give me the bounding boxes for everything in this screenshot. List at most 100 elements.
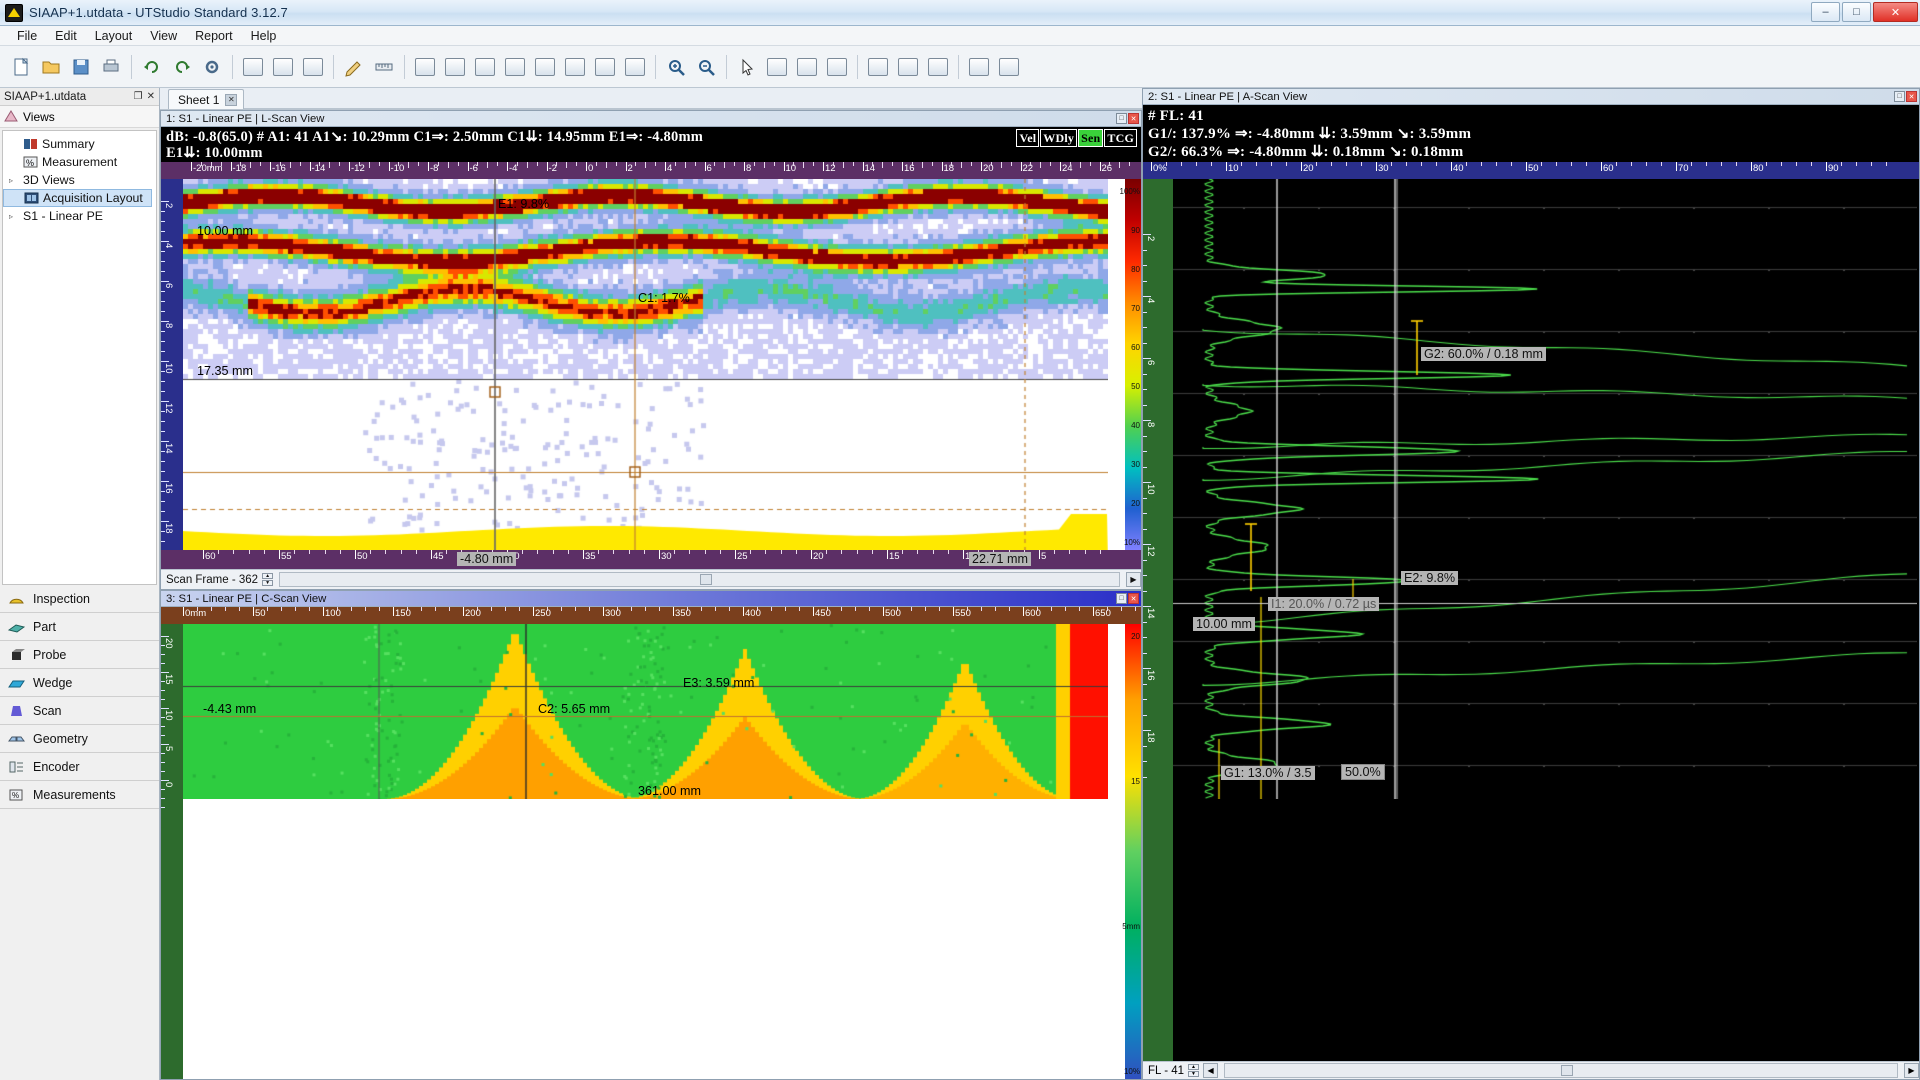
ascan-scroll-right-button[interactable]: ▶ <box>1904 1063 1919 1078</box>
layout-grid-icon[interactable] <box>301 55 325 79</box>
gate-tool-icon[interactable] <box>765 55 789 79</box>
category-measurements[interactable]: % Measurements <box>0 781 159 809</box>
cscan-left-ruler[interactable]: 20 15 10 5 0 <box>161 624 183 1079</box>
tree-item-s1-linear-pe[interactable]: ▹ S1 - Linear PE <box>3 207 156 225</box>
save-icon[interactable] <box>69 55 93 79</box>
category-geometry[interactable]: Geometry <box>0 725 159 753</box>
calc-icon[interactable] <box>926 55 950 79</box>
badge-vel[interactable]: Vel <box>1016 129 1040 147</box>
data-col1-icon[interactable] <box>413 55 437 79</box>
menu-view[interactable]: View <box>141 28 186 44</box>
zoom-out-icon[interactable] <box>694 55 718 79</box>
badge-wdly[interactable]: WDly <box>1040 129 1078 147</box>
menu-file[interactable]: File <box>8 28 46 44</box>
category-encoder[interactable]: Encoder <box>0 753 159 781</box>
tree-item-measurement[interactable]: % Measurement <box>3 153 156 171</box>
lscan-plot[interactable]: E1: 9.8% C1: 1.7% 10.00 mm 17.35 mm <box>183 179 1125 550</box>
ascan-scroll-left-button[interactable]: ◀ <box>1203 1063 1219 1078</box>
report-icon[interactable] <box>967 55 991 79</box>
lscan-cursor-x2: 22.71 mm <box>969 552 1031 566</box>
lscan-readout: dB: -0.8(65.0) # A1: 41 A1↘: 10.29mm C1⇒… <box>161 127 1141 162</box>
data-col8-icon[interactable] <box>623 55 647 79</box>
redo-icon[interactable] <box>170 55 194 79</box>
data-col2-icon[interactable] <box>443 55 467 79</box>
annotate-icon[interactable] <box>342 55 366 79</box>
data-col7-icon[interactable] <box>593 55 617 79</box>
table-view-icon[interactable] <box>866 55 890 79</box>
data-col6-icon[interactable] <box>563 55 587 79</box>
cscan-top-ruler[interactable]: 0mm 50 100 150 200 250 300 350 400 450 500 550 600 65… <box>161 607 1141 624</box>
ascan-close-button[interactable]: ✕ <box>1906 91 1917 102</box>
category-wedge[interactable]: Wedge <box>0 669 159 697</box>
settings-gear-icon[interactable] <box>200 55 224 79</box>
tree-item-summary[interactable]: Summary <box>3 135 156 153</box>
print-icon[interactable] <box>99 55 123 79</box>
lscan-bottom-ruler[interactable]: -4.80 mm 22.71 mm 6055504540353025201510… <box>161 550 1141 569</box>
export-icon[interactable] <box>997 55 1021 79</box>
cscan-plot[interactable]: E3: 3.59 mm C2: 5.65 mm -4.43 mm 361.00 … <box>183 624 1125 1079</box>
cursor-tool-icon[interactable] <box>735 55 759 79</box>
menu-bar: File Edit Layout View Report Help <box>0 26 1920 46</box>
category-probe[interactable]: Probe <box>0 641 159 669</box>
undo-icon[interactable] <box>140 55 164 79</box>
gate-tool3-icon[interactable] <box>825 55 849 79</box>
ascan-plot[interactable]: G2: 60.0% / 0.18 mm E2: 9.8% I1: 20.0% /… <box>1173 179 1919 1061</box>
ascan-fl-spinner[interactable]: ▲ ▼ <box>1188 1064 1200 1077</box>
lscan-maximize-button[interactable]: □ <box>1116 113 1127 124</box>
close-button[interactable]: ✕ <box>1873 2 1918 22</box>
data-col4-icon[interactable] <box>503 55 527 79</box>
badge-tcg[interactable]: TCG <box>1104 129 1137 147</box>
measure-icon[interactable] <box>372 55 396 79</box>
tree-item-acquisition-layout[interactable]: Acquisition Layout <box>3 189 152 207</box>
cscan-position-label: 361.00 mm <box>638 784 701 798</box>
scrollbar-thumb[interactable] <box>699 574 712 585</box>
scan-frame-spinner[interactable]: ▲ ▼ <box>262 573 274 586</box>
data-col5-icon[interactable] <box>533 55 557 79</box>
scan-frame-next-button[interactable]: ▶ <box>1126 572 1141 587</box>
new-file-icon[interactable] <box>9 55 33 79</box>
ascan-left-ruler[interactable]: 2 4 6 8 10 12 14 16 18 <box>1143 179 1173 1061</box>
tree-arrow-3d[interactable]: ▹ <box>9 176 19 185</box>
tree-arrow-s1[interactable]: ▹ <box>9 212 19 221</box>
tree-item-3d-views[interactable]: ▹ 3D Views <box>3 171 156 189</box>
tab-sheet-1[interactable]: Sheet 1 ✕ <box>168 89 245 109</box>
ascan-g1-label: G1: 13.0% / 3.5 <box>1221 766 1315 780</box>
ascan-top-ruler[interactable]: 0% 10 20 30 40 50 60 70 80 90 <box>1143 162 1919 179</box>
tree-label: Measurement <box>42 155 118 169</box>
tab-close-icon[interactable]: ✕ <box>225 93 238 106</box>
cscan-close-button[interactable]: ✕ <box>1128 593 1139 604</box>
cscan-maximize-button[interactable]: □ <box>1116 593 1127 604</box>
grid-view-icon[interactable] <box>896 55 920 79</box>
menu-layout[interactable]: Layout <box>86 28 142 44</box>
open-file-icon[interactable] <box>39 55 63 79</box>
layout-split-icon[interactable] <box>271 55 295 79</box>
category-scan[interactable]: Scan <box>0 697 159 725</box>
ascan-scrollbar[interactable] <box>1224 1063 1898 1078</box>
category-part[interactable]: Part <box>0 613 159 641</box>
maximize-button[interactable]: □ <box>1842 2 1871 22</box>
dock-pin-icon[interactable]: ❐ <box>134 91 143 102</box>
dock-header: SIAAP+1.utdata ❐ ✕ <box>0 88 159 106</box>
scrollbar-thumb[interactable] <box>1561 1065 1573 1076</box>
lscan-close-button[interactable]: ✕ <box>1128 113 1139 124</box>
category-label: Wedge <box>33 675 73 690</box>
dock-close-icon[interactable]: ✕ <box>147 91 155 102</box>
scan-frame-scrollbar[interactable] <box>279 572 1120 587</box>
lscan-top-ruler[interactable]: -20mm -18 -16 -14 -12 -10 -8 -6 -4 -2 0 2 4 6 8 10 12 14 1… <box>161 162 1141 179</box>
menu-help[interactable]: Help <box>242 28 286 44</box>
cscan-title: 3: S1 - Linear PE | C-Scan View <box>166 592 327 605</box>
layout-single-icon[interactable] <box>241 55 265 79</box>
ascan-title: 2: S1 - Linear PE | A-Scan View <box>1148 90 1308 103</box>
menu-report[interactable]: Report <box>186 28 242 44</box>
ascan-maximize-button[interactable]: □ <box>1894 91 1905 102</box>
badge-sen[interactable]: Sen <box>1078 129 1104 147</box>
summary-book-icon <box>23 137 38 151</box>
menu-edit[interactable]: Edit <box>46 28 86 44</box>
lscan-left-ruler[interactable]: 2468101214161820 <box>161 179 183 550</box>
category-inspection[interactable]: Inspection <box>0 585 159 613</box>
minimize-button[interactable]: – <box>1811 2 1840 22</box>
gate-tool2-icon[interactable] <box>795 55 819 79</box>
category-label: Scan <box>33 703 62 718</box>
zoom-in-icon[interactable] <box>664 55 688 79</box>
data-col3-icon[interactable] <box>473 55 497 79</box>
